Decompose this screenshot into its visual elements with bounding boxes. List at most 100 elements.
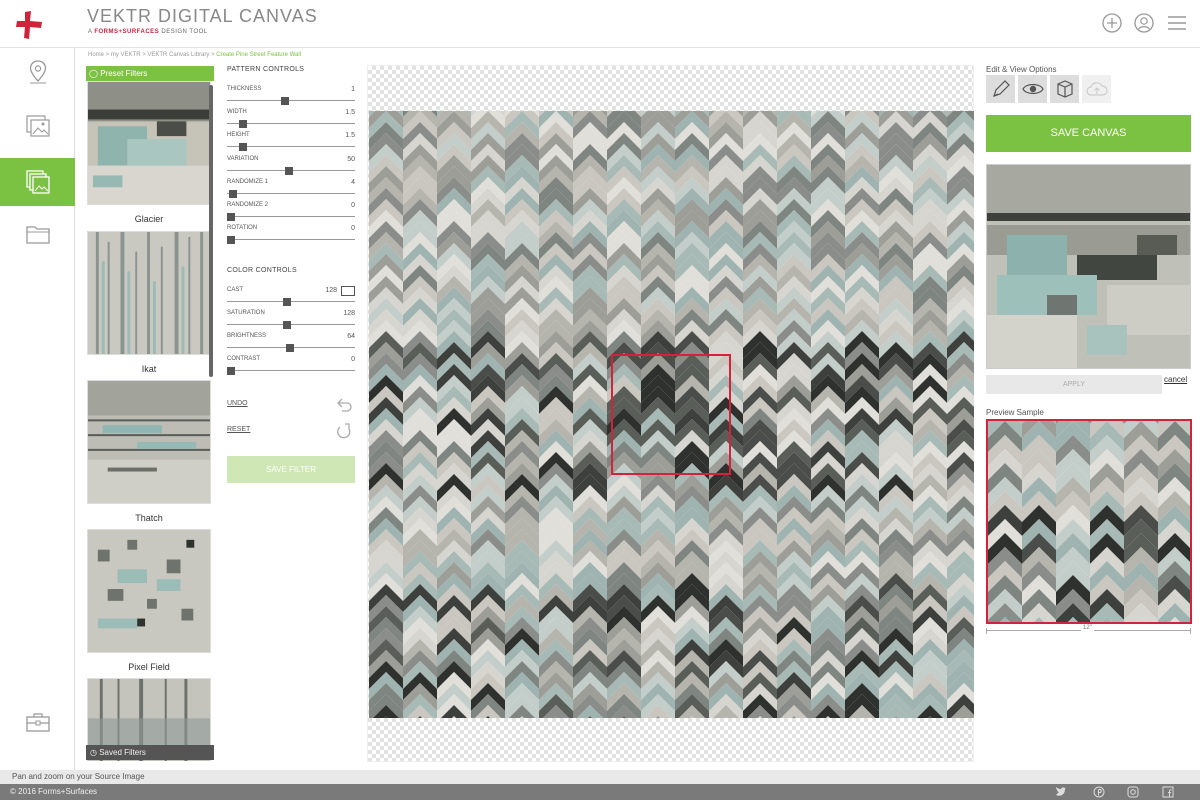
preset-filters-header[interactable]: ◯ Preset Filters bbox=[86, 66, 214, 81]
slider-brightness[interactable]: BRIGHTNESS 64 bbox=[227, 333, 355, 355]
slider-randomize-2[interactable]: RANDOMIZE 2 0 bbox=[227, 202, 355, 224]
preview-selection-box[interactable] bbox=[611, 354, 731, 475]
preview-pattern bbox=[988, 421, 1190, 622]
filters-scrollbar[interactable] bbox=[209, 85, 213, 377]
source-image[interactable] bbox=[986, 164, 1191, 369]
reset-icon[interactable] bbox=[335, 423, 353, 441]
slider-variation[interactable]: VARIATION 50 bbox=[227, 156, 355, 178]
filter-label: Pixel Field bbox=[128, 662, 170, 672]
filter-thumbnail bbox=[87, 529, 211, 653]
slider-track[interactable] bbox=[227, 324, 355, 325]
saved-filters-bar[interactable]: ◷ Saved Filters bbox=[86, 745, 214, 760]
save-canvas-button[interactable]: SAVE CANVAS bbox=[986, 115, 1191, 152]
slider-handle[interactable] bbox=[227, 236, 235, 245]
view-button[interactable] bbox=[1018, 75, 1047, 103]
upload-button[interactable] bbox=[1082, 75, 1111, 103]
slider-handle[interactable] bbox=[227, 367, 235, 375]
slider-track[interactable] bbox=[227, 216, 355, 217]
breadcrumb: Home > my VEKTR > VEKTR Canvas Library >… bbox=[88, 52, 301, 58]
slider-contrast[interactable]: CONTRAST 0 bbox=[227, 356, 355, 378]
slider-track[interactable] bbox=[227, 100, 355, 101]
hamburger-menu-icon[interactable] bbox=[1166, 12, 1188, 34]
slider-randomize-1[interactable]: RANDOMIZE 1 4 bbox=[227, 179, 355, 201]
slider-track[interactable] bbox=[227, 239, 355, 241]
nav-folders[interactable] bbox=[0, 210, 75, 258]
preset-filters-panel: ◯ Preset Filters Glacier Ikat Thatch Pix… bbox=[86, 66, 214, 762]
save-filter-button[interactable]: SAVE FILTER bbox=[227, 456, 355, 483]
twitter-icon[interactable] bbox=[1055, 786, 1067, 798]
slider-track[interactable] bbox=[227, 192, 355, 194]
slider-height[interactable]: HEIGHT 1.5 bbox=[227, 132, 355, 154]
apply-button[interactable]: APPLY bbox=[986, 375, 1162, 394]
nav-location[interactable] bbox=[0, 48, 75, 96]
add-icon[interactable] bbox=[1101, 12, 1123, 34]
design-canvas[interactable] bbox=[367, 65, 974, 762]
breadcrumb-home[interactable]: Home bbox=[88, 52, 104, 58]
subtitle-brand: FORMS+SURFACES bbox=[94, 29, 160, 35]
preview-sample-title: Preview Sample bbox=[986, 408, 1044, 417]
preset-filters-title: Preset Filters bbox=[100, 69, 148, 78]
filter-label: Glacier bbox=[134, 214, 164, 224]
undo-link[interactable]: UNDO bbox=[227, 400, 248, 407]
filter-label: Thatch bbox=[135, 513, 163, 523]
nav-canvas-library[interactable] bbox=[0, 158, 75, 206]
slider-handle[interactable] bbox=[239, 143, 247, 152]
slider-handle[interactable] bbox=[281, 97, 289, 105]
slider-label: VARIATION bbox=[227, 155, 259, 162]
reset-link[interactable]: RESET bbox=[227, 426, 250, 433]
app-subtitle: A FORMS+SURFACES DESIGN TOOL bbox=[88, 29, 208, 35]
slider-handle[interactable] bbox=[229, 189, 237, 198]
filter-item-ikat[interactable]: Ikat bbox=[87, 231, 211, 374]
slider-rotation[interactable]: ROTATION 0 bbox=[227, 225, 355, 247]
undo-icon[interactable] bbox=[335, 396, 353, 414]
edit-button[interactable] bbox=[986, 75, 1015, 103]
slider-value: 0 bbox=[351, 202, 355, 209]
slider-handle[interactable] bbox=[283, 321, 291, 329]
slider-handle[interactable] bbox=[285, 166, 293, 175]
color-controls-title: COLOR CONTROLS bbox=[227, 267, 297, 274]
slider-label: CAST bbox=[227, 287, 244, 293]
3d-view-button[interactable] bbox=[1050, 75, 1079, 103]
app-title: VEKTR DIGITAL CANVAS bbox=[87, 6, 318, 26]
slider-handle[interactable] bbox=[283, 298, 291, 306]
user-profile-icon[interactable] bbox=[1133, 12, 1155, 34]
slider-handle[interactable] bbox=[239, 120, 247, 129]
cancel-link[interactable]: cancel bbox=[1164, 375, 1187, 384]
slider-label: BRIGHTNESS bbox=[227, 333, 267, 339]
slider-width[interactable]: WIDTH 1.5 bbox=[227, 109, 355, 131]
slider-handle[interactable] bbox=[286, 344, 294, 352]
slider-label: THICKNESS bbox=[227, 86, 262, 92]
slider-value: 50 bbox=[347, 155, 355, 163]
ruler-label: 12" bbox=[1081, 625, 1094, 631]
facebook-icon[interactable] bbox=[1162, 786, 1174, 798]
slider-value: 0 bbox=[351, 225, 355, 233]
instagram-icon[interactable] bbox=[1127, 786, 1139, 798]
filter-item-glacier[interactable]: Glacier bbox=[87, 81, 211, 224]
slider-value: 0 bbox=[351, 356, 355, 363]
controls-panel: PATTERN CONTROLS THICKNESS 1 WIDTH 1.5 HEIGH… bbox=[227, 66, 357, 483]
breadcrumb-current: Create Pine Street Feature Wall bbox=[216, 52, 302, 58]
brand-logo-icon[interactable] bbox=[14, 10, 44, 40]
top-header: VEKTR DIGITAL CANVAS A FORMS+SURFACES DE… bbox=[0, 0, 1200, 48]
slider-handle[interactable] bbox=[227, 213, 235, 221]
pinterest-icon[interactable] bbox=[1093, 786, 1105, 798]
app-window: VEKTR DIGITAL CANVAS A FORMS+SURFACES DE… bbox=[0, 0, 1200, 800]
slider-thickness[interactable]: THICKNESS 1 bbox=[227, 86, 355, 108]
nav-projects[interactable] bbox=[0, 698, 75, 746]
pencil-icon bbox=[992, 80, 1010, 97]
slider-label: RANDOMIZE 1 bbox=[227, 178, 269, 185]
slider-cast[interactable]: CAST 128 bbox=[227, 286, 355, 309]
source-image-texture bbox=[987, 165, 1190, 368]
breadcrumb-library[interactable]: VEKTR Canvas Library bbox=[147, 52, 209, 58]
cast-color-swatch[interactable] bbox=[341, 286, 355, 296]
filter-item-pixel-field[interactable]: Pixel Field bbox=[87, 529, 211, 672]
slider-saturation[interactable]: SATURATION 128 bbox=[227, 310, 355, 332]
filter-item-thatch[interactable]: Thatch bbox=[87, 380, 211, 523]
slider-value: 128 bbox=[343, 310, 355, 317]
slider-track[interactable] bbox=[227, 370, 355, 371]
filter-thumbnail bbox=[87, 81, 211, 205]
nav-gallery[interactable] bbox=[0, 102, 75, 150]
filter-thumbnail bbox=[87, 380, 211, 504]
slider-track[interactable] bbox=[227, 301, 355, 302]
breadcrumb-my-vektr[interactable]: my VEKTR bbox=[111, 52, 141, 58]
